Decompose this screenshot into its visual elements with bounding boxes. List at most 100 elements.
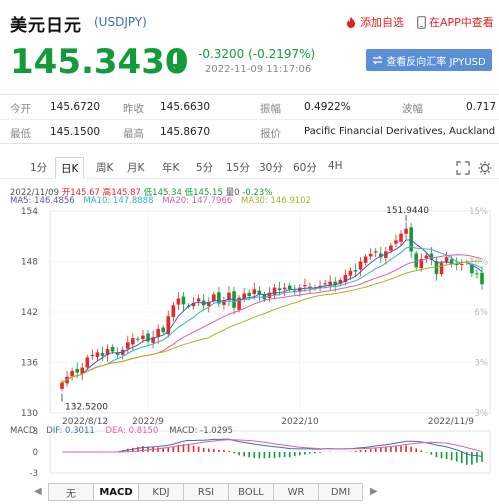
stat-label: 最低 (10, 128, 31, 140)
reverse-rate-label: 查看反向汇率 JPYUSD (386, 56, 486, 68)
candle-body (399, 233, 403, 242)
quote-time: 2022-11-09 11:17:06 (205, 64, 312, 75)
period-tabs: 1分 日K 周K 月K 年K 5分 15分 30分 60分 4H (0, 157, 499, 179)
candle-body (141, 335, 145, 340)
settings-icon[interactable] (478, 161, 492, 175)
tab-period[interactable]: 5分 (196, 160, 213, 175)
candle-body (176, 298, 181, 305)
macd-dea: DEA: 0.8150 (105, 426, 159, 436)
tab-period[interactable]: 60分 (293, 160, 317, 175)
tab-indicator-rsi[interactable]: RSI (183, 483, 228, 501)
candle-body (368, 253, 373, 257)
candle-body (287, 285, 292, 290)
candle-body (480, 272, 484, 285)
high-marker-label: 151.9440 (386, 206, 429, 216)
candle-body (131, 338, 135, 345)
tab-period[interactable]: 周K (96, 160, 113, 175)
candle-body (323, 283, 327, 285)
dif-line (62, 438, 483, 457)
stat-value: 0.717 (466, 101, 497, 113)
candle-body (95, 352, 100, 357)
candle-body (171, 305, 176, 317)
candle-body (439, 263, 444, 275)
stats-table: 今开 145.6720 昨收 145.6630 振幅 0.4922% 波幅 0.… (0, 94, 499, 144)
candle-body (348, 270, 353, 276)
price-change: -0.3200 (-0.2197%) (198, 47, 316, 61)
tab-period[interactable]: 月K (127, 160, 144, 175)
add-watchlist-label: 添加自选 (360, 16, 404, 29)
tab-indicator-kdj[interactable]: KDJ (138, 483, 183, 501)
swap-icon (372, 55, 383, 65)
candle-body (459, 264, 464, 266)
stat-value: 145.6630 (160, 101, 211, 113)
candle-body (475, 273, 479, 275)
candle-body (373, 251, 378, 253)
candle-body (75, 368, 79, 373)
stat-value: 145.8670 (160, 126, 211, 138)
macd-tick-label: -3 (30, 469, 38, 479)
stat-label: 最高 (123, 128, 144, 140)
prev-indicator-icon[interactable]: ◀ (34, 486, 42, 497)
y-tick-label: 130 (21, 409, 38, 419)
tab-period[interactable]: 1分 (30, 160, 47, 175)
add-watchlist-button[interactable]: 添加自选 (345, 14, 404, 30)
right-tick-label: 15% (469, 207, 488, 217)
candle-body (242, 293, 246, 299)
stats-row: 最低 145.1500 最高 145.8670 报价 Pacific Finan… (0, 120, 499, 145)
macd-title: MACD (10, 426, 36, 436)
y-tick-label: 148 (21, 258, 38, 268)
macd-dif: DIF: 0.3011 (46, 426, 95, 436)
tab-period[interactable]: 年K (162, 160, 179, 175)
tab-indicator-macd[interactable]: MACD (93, 483, 138, 501)
stats-row: 今开 145.6720 昨收 145.6630 振幅 0.4922% 波幅 0.… (0, 95, 499, 120)
candle-body (252, 289, 257, 294)
candle-body (424, 255, 429, 259)
fullscreen-icon[interactable] (456, 161, 470, 175)
macd-value: MACD: -1.0295 (169, 426, 233, 436)
ma-line (61, 254, 483, 384)
candle-body (277, 288, 282, 291)
stat-label: 波幅 (402, 103, 423, 115)
candle-body (394, 240, 398, 244)
flame-icon (347, 17, 355, 28)
chart-labels: 154 15%148 10%142 6%136 3%130 3%2022/8/12 2022… (21, 206, 488, 427)
candle-body (389, 245, 393, 251)
header: 美元日元 (USDJPY) 添加自选 在APP中查看 (0, 0, 499, 40)
tab-period[interactable]: 30分 (259, 160, 283, 175)
tab-period-active[interactable]: 日K (55, 157, 85, 179)
stat-value: 145.6720 (50, 101, 101, 113)
view-in-app-button[interactable]: 在APP中查看 (417, 14, 494, 30)
page-title: 美元日元 (10, 16, 82, 36)
tab-indicator-boll[interactable]: BOLL (228, 483, 273, 501)
stat-value: Pacific Financial Derivatives, Auckland (304, 126, 496, 137)
tab-indicator-wr[interactable]: WR (273, 483, 318, 501)
tab-indicator-none[interactable]: 无 (48, 483, 93, 501)
candle-body (100, 353, 105, 356)
kline-chart[interactable]: 154 15%148 10%142 6%136 3%130 3%2022/8/12 2022… (0, 203, 499, 483)
candle-body (115, 352, 120, 355)
y-tick-label: 136 (21, 359, 38, 369)
next-indicator-icon[interactable]: ▶ (370, 486, 378, 497)
candle-body (70, 370, 74, 377)
candle-body (404, 228, 408, 234)
phone-icon (417, 15, 426, 29)
candle-body (449, 259, 454, 264)
tab-indicator-dmi[interactable]: DMI (318, 483, 363, 501)
candle-body (272, 287, 277, 295)
right-tick-label: 3% (475, 409, 489, 419)
macd-legend: MACD DIF: 0.3011 DEA: 0.8150 MACD: -1.02… (10, 426, 241, 436)
chart-grid (49, 210, 491, 414)
ma-line (61, 260, 483, 384)
stat-label: 昨收 (123, 103, 144, 115)
symbol-code: (USDJPY) (94, 15, 147, 29)
stat-value: 145.1500 (50, 126, 101, 138)
candle-body (358, 261, 363, 270)
macd-tick-label: 0 (33, 448, 38, 458)
reverse-rate-button[interactable]: 查看反向汇率 JPYUSD (366, 49, 492, 71)
tab-period[interactable]: 15分 (226, 160, 250, 175)
candle-body (196, 298, 201, 302)
stat-label: 振幅 (260, 103, 281, 115)
candle-body (414, 253, 419, 268)
candle-body (60, 382, 64, 389)
tab-period[interactable]: 4H (328, 160, 343, 172)
